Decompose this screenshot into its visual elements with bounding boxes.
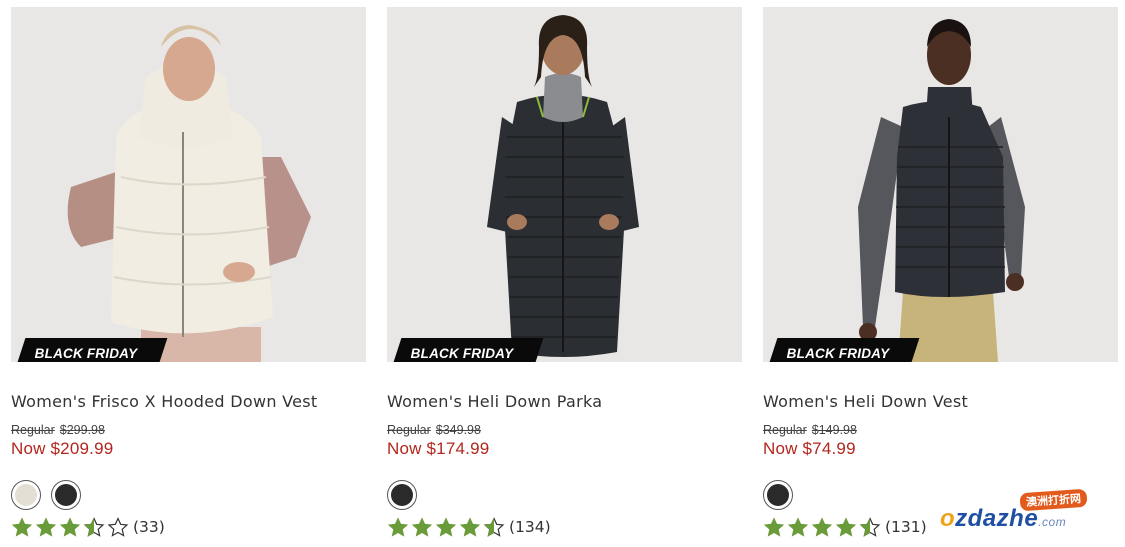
star-full-icon (11, 517, 33, 537)
star-full-icon (411, 517, 433, 537)
star-full-icon (35, 517, 57, 537)
product-card[interactable]: BLACK FRIDAY Women's Heli Down Parka Reg… (387, 7, 742, 537)
star-half-icon (859, 517, 881, 537)
star-full-icon (763, 517, 785, 537)
star-full-icon (811, 517, 833, 537)
star-full-icon (59, 517, 81, 537)
product-name[interactable]: Women's Heli Down Parka (387, 392, 742, 412)
rating[interactable]: (134) (387, 517, 742, 537)
black-friday-badge: BLACK FRIDAY (767, 338, 920, 362)
sale-price: Now $74.99 (763, 439, 856, 458)
star-rating (11, 517, 129, 537)
black-friday-badge: BLACK FRIDAY (391, 338, 544, 362)
star-rating (387, 517, 505, 537)
price-block: Regular $349.98 Now $174.99 (387, 423, 742, 459)
product-photo-black-vest (763, 7, 1118, 362)
regular-price: Regular $349.98 (387, 423, 481, 437)
rating[interactable]: (33) (11, 517, 366, 537)
regular-price: Regular $149.98 (763, 423, 857, 437)
review-count: (33) (133, 518, 165, 536)
product-name[interactable]: Women's Frisco X Hooded Down Vest (11, 392, 366, 412)
sale-price: Now $209.99 (11, 439, 114, 458)
regular-price: Regular $299.98 (11, 423, 105, 437)
color-swatches (11, 480, 366, 510)
watermark-logo: 澳洲打折网 ozdazhe.com (940, 488, 1110, 535)
review-count: (134) (509, 518, 551, 536)
sale-price: Now $174.99 (387, 439, 490, 458)
product-photo-cream-vest (11, 7, 366, 362)
review-count: (131) (885, 518, 927, 536)
watermark-brand: ozdazhe.com (940, 505, 1067, 532)
star-rating (763, 517, 881, 537)
product-name[interactable]: Women's Heli Down Vest (763, 392, 1118, 412)
star-full-icon (387, 517, 409, 537)
color-swatches (387, 480, 742, 510)
swatch-black[interactable] (387, 480, 417, 510)
product-photo-black-parka (387, 7, 742, 362)
star-full-icon (835, 517, 857, 537)
star-empty-icon (107, 517, 129, 537)
star-full-icon (435, 517, 457, 537)
swatch-black[interactable] (763, 480, 793, 510)
star-full-icon (459, 517, 481, 537)
product-card[interactable]: BLACK FRIDAY Women's Heli Down Vest Regu… (763, 7, 1118, 537)
product-image[interactable]: BLACK FRIDAY (11, 7, 366, 362)
price-block: Regular $149.98 Now $74.99 (763, 423, 1118, 459)
product-image[interactable]: BLACK FRIDAY (387, 7, 742, 362)
black-friday-badge: BLACK FRIDAY (15, 338, 168, 362)
swatch-cream[interactable] (11, 480, 41, 510)
product-card[interactable]: BLACK FRIDAY Women's Frisco X Hooded Dow… (11, 7, 366, 537)
product-image[interactable]: BLACK FRIDAY (763, 7, 1118, 362)
product-grid: BLACK FRIDAY Women's Frisco X Hooded Dow… (11, 7, 1118, 537)
price-block: Regular $299.98 Now $209.99 (11, 423, 366, 459)
star-full-icon (787, 517, 809, 537)
star-half-icon (483, 517, 505, 537)
star-half-icon (83, 517, 105, 537)
swatch-black[interactable] (51, 480, 81, 510)
